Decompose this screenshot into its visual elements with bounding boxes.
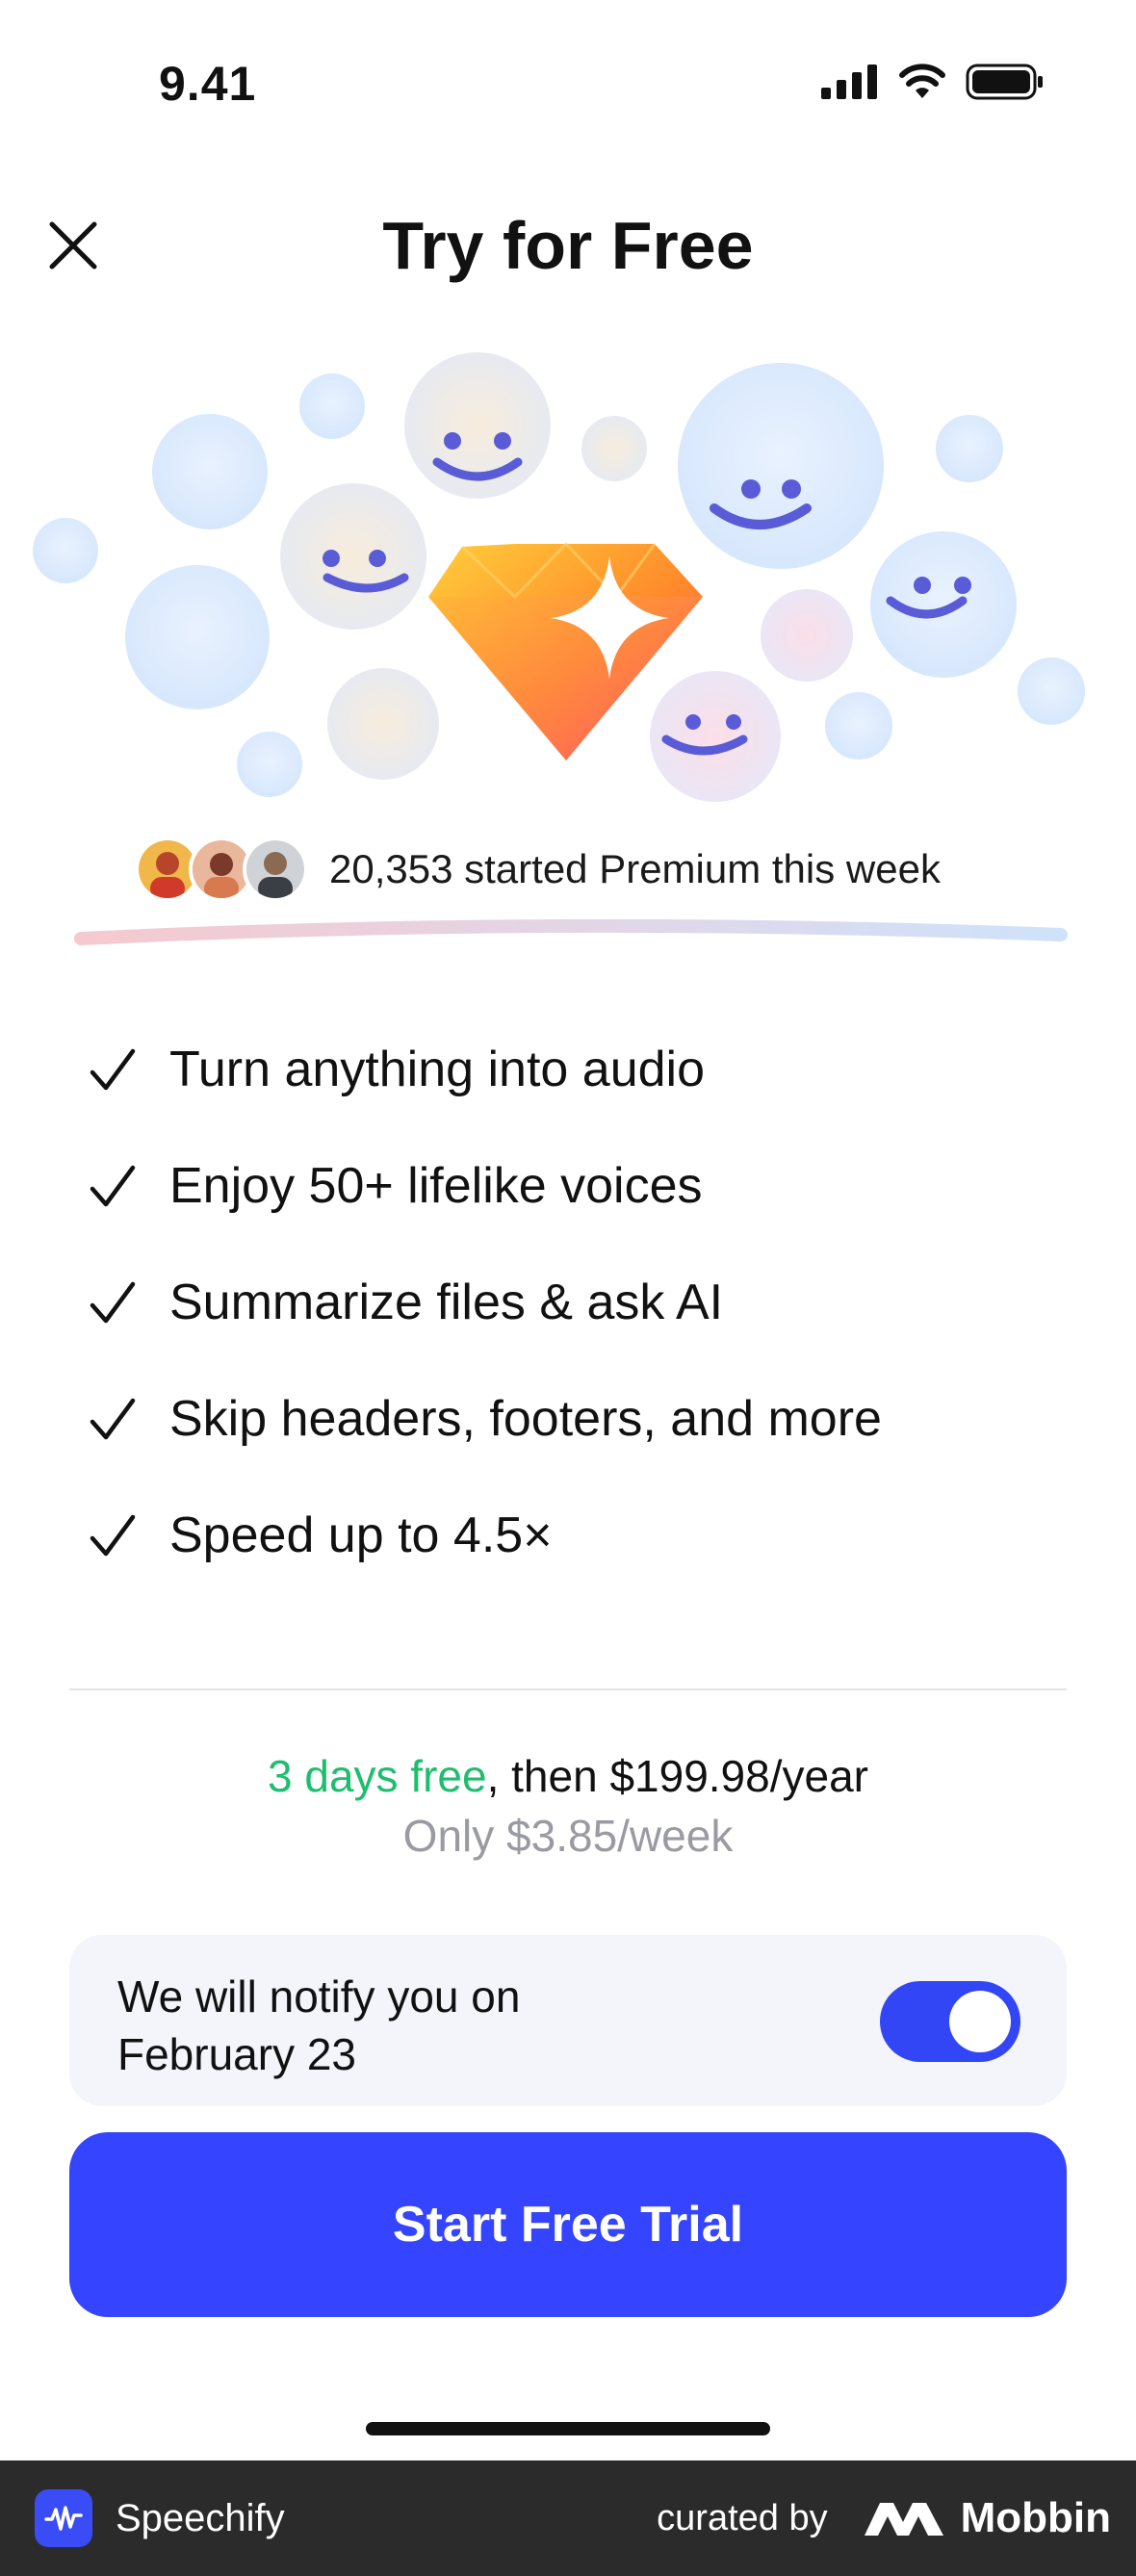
notify-toggle[interactable] [880, 1981, 1020, 2062]
bubble [237, 732, 302, 797]
toggle-knob [949, 1991, 1011, 2052]
page-title: Try for Free [382, 208, 754, 283]
bubble [761, 589, 853, 682]
feature-item: Turn anything into audio [87, 1011, 1049, 1127]
battery-icon [966, 64, 1043, 100]
weekly-price-label: Only $3.85/week [402, 1811, 734, 1861]
annual-price-label: , then $199.98/year [486, 1751, 868, 1801]
feature-item: Speed up to 4.5× [87, 1477, 1049, 1593]
feature-item: Skip headers, footers, and more [87, 1360, 1049, 1477]
notify-reminder-card: We will notify you on February 23 [69, 1935, 1067, 2106]
social-proof-text: 20,353 started Premium this week [329, 846, 941, 891]
curator-name: Mobbin [960, 2494, 1111, 2541]
feature-text: Turn anything into audio [169, 1041, 706, 1097]
smiley-bubble [678, 363, 884, 569]
feature-text: Summarize files & ask AI [169, 1274, 724, 1330]
divider [69, 1688, 1067, 1690]
checkmark-icon [90, 1048, 136, 1090]
avatar-stack [135, 837, 308, 902]
checkmark-icon [90, 1514, 136, 1556]
free-trial-label: 3 days free [268, 1751, 487, 1801]
bubble [152, 414, 268, 529]
footer-bar: Speechify curated by Mobbin [0, 2460, 1136, 2576]
smiley-bubble [650, 671, 781, 802]
bubble [825, 692, 892, 760]
wifi-icon [899, 64, 945, 98]
checkmark-icon [90, 1165, 136, 1206]
feature-list: Turn anything into audio Enjoy 50+ lifel… [87, 1011, 1049, 1593]
feature-text: Skip headers, footers, and more [169, 1390, 882, 1447]
footer-attribution: curated by Mobbin [657, 2489, 1111, 2547]
bubble [33, 518, 98, 583]
footer-brand: Speechify [35, 2489, 285, 2547]
social-proof-row: 20,353 started Premium this week [135, 836, 941, 903]
feature-text: Speed up to 4.5× [169, 1507, 553, 1563]
premium-hero-illustration [33, 352, 1085, 802]
home-indicator [366, 2422, 770, 2435]
checkmark-icon [90, 1281, 136, 1323]
status-bar: 9.41 [0, 0, 1136, 173]
decorative-underline [74, 919, 1068, 945]
bubble [1018, 657, 1085, 725]
feature-item: Summarize files & ask AI [87, 1244, 1049, 1360]
feature-item: Enjoy 50+ lifelike voices [87, 1127, 1049, 1244]
bubble [125, 565, 270, 709]
feature-text: Enjoy 50+ lifelike voices [169, 1157, 703, 1214]
smiley-bubble [870, 531, 1017, 678]
mobbin-logo-icon [864, 2503, 943, 2536]
pricing-summary: 3 days free, then $199.98/year Only $3.8… [0, 1750, 1136, 1862]
start-free-trial-button[interactable]: Start Free Trial [69, 2132, 1067, 2317]
notify-label: We will notify you on February 23 [117, 1971, 521, 2079]
smiley-bubble [280, 483, 426, 630]
cellular-signal-icon [821, 64, 877, 99]
status-time: 9.41 [159, 57, 257, 111]
footer-brand-name: Speechify [116, 2496, 285, 2539]
bubble [299, 374, 365, 439]
avatar [243, 837, 308, 902]
curated-by-label: curated by [657, 2497, 828, 2538]
bubble [581, 416, 647, 481]
checkmark-icon [90, 1398, 136, 1439]
smiley-bubble [404, 352, 551, 499]
bubble [936, 415, 1003, 482]
status-icons [821, 64, 1045, 100]
bubble [327, 668, 439, 780]
speechify-logo-icon [35, 2489, 92, 2547]
price-main: 3 days free, then $199.98/year [0, 1750, 1136, 1802]
